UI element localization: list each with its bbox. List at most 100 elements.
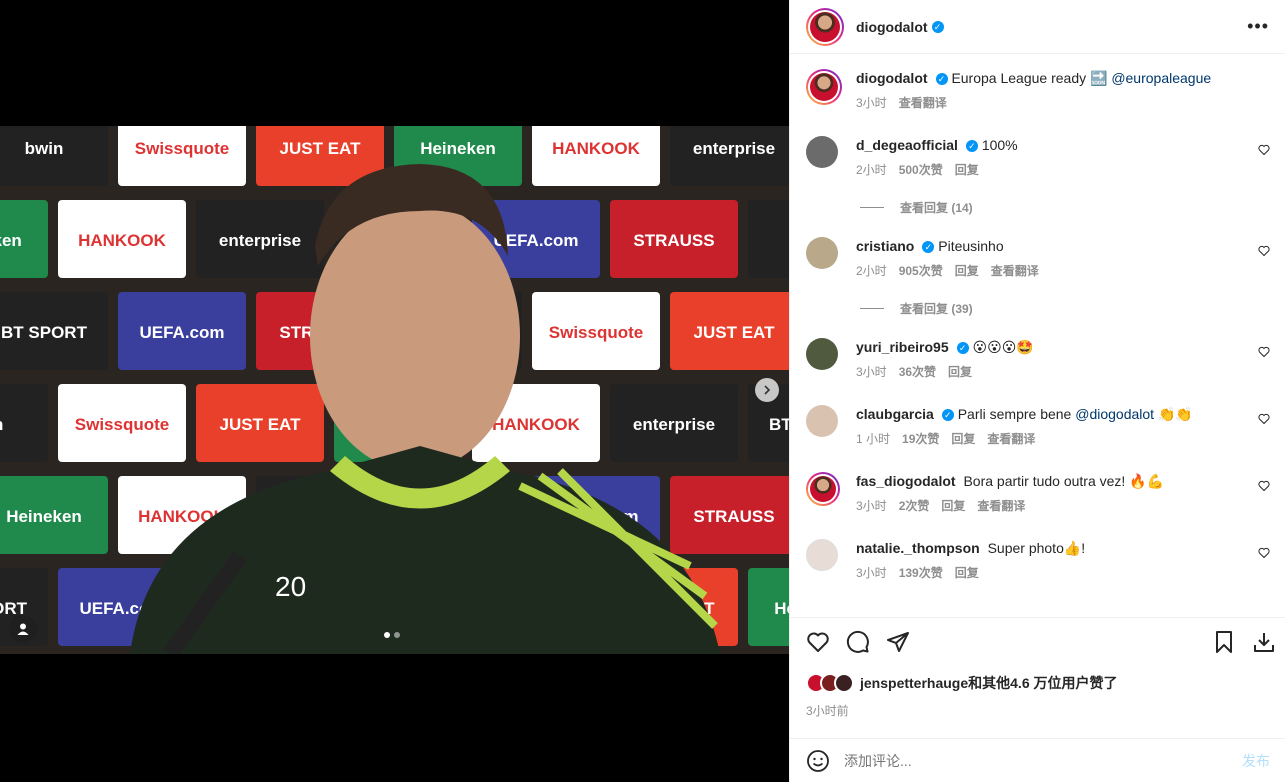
comment-time: 2小时 [856,264,887,278]
sponsor-board-tile [748,200,789,278]
view-replies-button[interactable]: 查看回复 (14) [860,199,973,216]
tagged-users-button[interactable] [9,615,37,643]
post-comment-button[interactable]: 发布 [1242,751,1270,771]
carousel-dots [384,632,400,638]
comment-likes[interactable]: 36次赞 [899,363,936,380]
comment-text: Super photo👍! [987,540,1086,556]
reply-button[interactable]: 回复 [955,161,979,178]
comment-username[interactable]: yuri_ribeiro95 [856,339,949,355]
like-comment-heart-icon[interactable] [1258,346,1270,358]
comment-username[interactable]: cristiano [856,238,914,254]
comment-item: d_degeaofficial ✓ 100% 2小时 500次赞 回复 [806,136,1270,178]
sponsor-board-text: BT SPORT [769,415,789,434]
comment-likes[interactable]: 139次赞 [899,564,943,581]
comment-likes[interactable]: 2次赞 [899,497,930,514]
sponsor-board-text: enterprise [633,415,715,434]
share-send-icon[interactable] [886,630,910,654]
like-comment-heart-icon[interactable] [1258,547,1270,559]
comment-item: yuri_ribeiro95 ✓ 😮😮😮🤩 3小时 36次赞 回复 [806,338,1270,380]
comment-likes[interactable]: 500次赞 [899,161,943,178]
author-avatar[interactable] [806,7,844,46]
comment-likes[interactable]: 905次赞 [899,262,943,279]
comment-text: Parli sempre bene [957,406,1072,422]
verified-badge-icon: ✓ [931,20,944,33]
sponsor-board-text: Swissquote [135,139,229,158]
liker-avatar [834,673,854,693]
post-details-panel: diogodalot ✓ ••• diogodalot ✓ Europa Leag… [789,0,1285,782]
verified-badge-icon: ✓ [956,342,969,355]
commenter-avatar[interactable] [806,237,838,269]
author-avatar[interactable] [806,69,842,105]
reply-button[interactable]: 回复 [955,262,979,279]
sponsor-board-text: STRAUSS [633,231,714,250]
sponsor-board-text: HANKOOK [78,231,167,250]
comment-text: 😮😮😮🤩 [972,339,1034,355]
save-bookmark-icon[interactable] [1212,630,1236,654]
comment-likes[interactable]: 19次赞 [902,430,939,447]
comment-bubble-icon[interactable] [846,630,870,654]
comment-time: 2小时 [856,163,887,177]
commenter-avatar[interactable] [806,338,838,370]
comment-mention-link[interactable]: @diogodalot [1075,406,1154,422]
see-translation-link[interactable]: 查看翻译 [987,430,1035,447]
comment-text: Piteusinho [938,238,1004,254]
comment-input[interactable] [844,752,1242,769]
comment-item: natalie._thompson Super photo👍! 3小时 139次赞… [806,539,1270,581]
more-options-icon[interactable]: ••• [1247,16,1269,37]
commenter-avatar[interactable] [806,136,838,168]
see-translation-link[interactable]: 查看翻译 [977,497,1025,514]
sponsor-board-text: HANKOOK [552,139,641,158]
commenter-avatar[interactable] [806,405,838,437]
jersey-number: 20 [275,571,306,602]
next-photo-button[interactable] [755,378,779,402]
commenter-avatar[interactable] [806,539,838,571]
comment-text: Bora partir tudo outra vez! 🔥💪 [963,473,1165,489]
comment-username[interactable]: fas_diogodalot [856,473,956,489]
reply-button[interactable]: 回复 [955,564,979,581]
like-heart-icon[interactable] [806,630,830,654]
sponsor-board-tile [0,384,48,462]
emoji-icon[interactable] [806,749,830,773]
commenter-avatar[interactable] [806,472,840,506]
media-panel: bwin Swissquote JUST EAT Heineken HANKOOK ent… [0,0,789,782]
comment-username[interactable]: natalie._thompson [856,540,980,556]
like-comment-heart-icon[interactable] [1258,480,1270,492]
sponsor-board-text: HANKOOK [492,415,581,434]
caption-mention-link[interactable]: @europaleague [1111,70,1211,86]
like-comment-heart-icon[interactable] [1258,144,1270,156]
comment-username[interactable]: d_degeaofficial [856,137,958,153]
like-comment-heart-icon[interactable] [1258,413,1270,425]
chevron-right-icon [764,385,771,395]
see-translation-link[interactable]: 查看翻译 [991,262,1039,279]
caption-row: diogodalot ✓ Europa League ready 🔜 @europ… [806,69,1270,111]
comment-time: 3小时 [856,499,887,513]
verified-badge-icon: ✓ [941,409,954,422]
reply-button[interactable]: 回复 [948,363,972,380]
verified-badge-icon: ✓ [935,73,948,86]
post-photo[interactable]: bwin Swissquote JUST EAT Heineken HANKOOK ent… [0,126,789,654]
comment-username[interactable]: claubgarcia [856,406,934,422]
comment-item: cristiano ✓ Piteusinho 2小时 905次赞 回复 查看翻译 [806,237,1270,279]
sponsor-board-text: Swissquote [75,415,169,434]
author-username[interactable]: diogodalot [856,19,928,35]
like-comment-heart-icon[interactable] [1258,245,1270,257]
caption-username[interactable]: diogodalot [856,70,928,86]
sponsor-board-text: STRAUSS [693,507,774,526]
see-translation-link[interactable]: 查看翻译 [899,94,947,111]
likes-count-text[interactable]: 和其他4.6 万位用户赞了 [968,673,1117,693]
person-icon [17,623,29,635]
caption-time: 3小时 [856,96,887,110]
likes-summary: jenspetterhauge 和其他4.6 万位用户赞了 [806,673,1118,693]
view-replies-button[interactable]: 查看回复 (39) [860,300,973,317]
liker-avatars [806,673,854,693]
sponsor-board-text: bwin [25,139,64,158]
liker-username[interactable]: jenspetterhauge [860,675,968,691]
comment-text: 100% [981,137,1018,153]
reply-button[interactable]: 回复 [951,430,975,447]
comment-time: 1 小时 [856,432,891,446]
comment-time: 3小时 [856,365,887,379]
download-icon[interactable] [1252,630,1276,654]
reply-button[interactable]: 回复 [941,497,965,514]
comment-item: fas_diogodalot Bora partir tudo outra ve… [806,472,1270,514]
sponsor-board-text: JUST EAT [220,415,302,434]
